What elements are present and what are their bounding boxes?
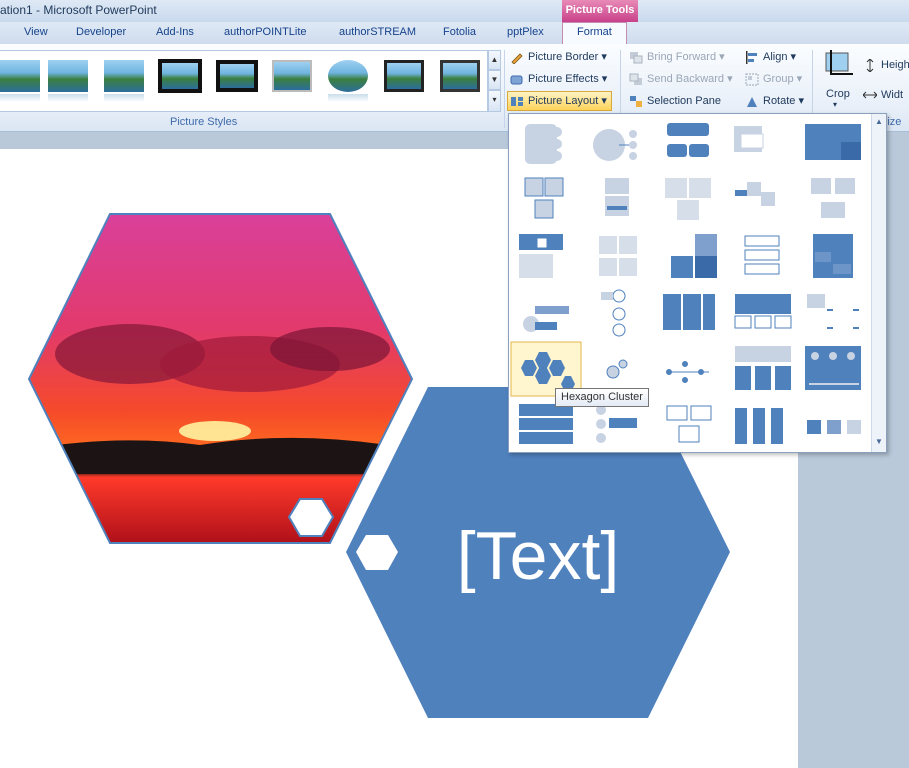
picture-effects-button[interactable]: Picture Effects ▾	[508, 70, 607, 90]
picture-style-thumb[interactable]	[384, 60, 424, 92]
layout-thumb-title-picture-blocks[interactable]	[735, 346, 791, 390]
picture-tools-context-header: Picture Tools	[562, 0, 638, 22]
layout-thumb-picture-grid[interactable]	[665, 178, 711, 220]
picture-style-thumb[interactable]	[0, 60, 40, 102]
tab-authorstream[interactable]: authorSTREAM	[339, 26, 416, 38]
window-title: ation1 - Microsoft PowerPoint	[0, 3, 157, 17]
picture-style-thumb[interactable]	[104, 60, 144, 102]
title-bar: ation1 - Microsoft PowerPoint	[0, 0, 909, 22]
picture-style-thumb[interactable]	[48, 60, 88, 102]
align-icon	[746, 51, 757, 64]
width-field[interactable]: Widt	[861, 86, 903, 106]
layout-thumb-captioned-pictures[interactable]	[663, 294, 715, 330]
layout-thumb-vertical-picture-list[interactable]	[744, 235, 780, 275]
height-field[interactable]: Heigh	[861, 56, 909, 76]
width-icon	[863, 91, 877, 99]
bring-forward-label: Bring Forward	[647, 51, 717, 63]
layout-thumb-vertical-picture-accent-list[interactable]	[519, 404, 573, 444]
crop-dropdown-icon: ▾	[833, 100, 838, 109]
layout-thumb-picture-blocks[interactable]	[667, 123, 709, 157]
layout-thumb-picture-accent-blocks[interactable]	[805, 346, 861, 390]
crop-icon	[825, 50, 853, 75]
picture-style-thumb[interactable]	[216, 60, 258, 92]
height-label: Heigh	[881, 59, 909, 71]
layout-thumb-bending-picture-blocks[interactable]	[735, 408, 783, 444]
layout-thumb-circular-picture-callout[interactable]	[606, 359, 628, 379]
bring-forward-icon	[630, 52, 643, 64]
crop-button[interactable]: Crop ▾	[820, 50, 856, 110]
gallery-scroll-down[interactable]: ▼	[488, 70, 501, 90]
layout-thumb-picture-lineup[interactable]	[813, 234, 853, 278]
picture-border-button[interactable]: Picture Border ▾	[508, 48, 607, 68]
align-button[interactable]: Align ▾	[743, 48, 796, 68]
group-separator	[504, 50, 505, 128]
picture-style-thumb[interactable]	[158, 59, 202, 93]
scroll-up-icon[interactable]: ▲	[873, 116, 885, 128]
gallery-scroll-up[interactable]: ▲	[488, 50, 501, 70]
group-button[interactable]: Group ▾	[743, 70, 802, 90]
layout-thumb-captioned[interactable]	[734, 126, 764, 152]
layout-thumb-bending-picture-caption[interactable]	[523, 306, 569, 332]
rotate-button[interactable]: Rotate ▾	[743, 92, 804, 112]
tab-fotolia[interactable]: Fotolia	[443, 26, 476, 38]
layout-thumb-picture-caption-list[interactable]	[666, 405, 712, 443]
tab-view[interactable]: View	[24, 26, 48, 38]
gallery-more[interactable]: ▾	[488, 90, 501, 112]
selection-pane-icon	[630, 96, 642, 107]
layout-thumb-accent-process[interactable]	[811, 178, 855, 218]
layout-thumb-snapshot-picture-list[interactable]	[807, 420, 861, 434]
bring-forward-button[interactable]: Bring Forward ▾	[627, 48, 725, 68]
picture-style-thumb[interactable]	[272, 60, 312, 92]
layout-icon	[511, 97, 523, 106]
layout-thumb-bending-picture-accent[interactable]	[525, 124, 562, 164]
group-icon	[745, 73, 759, 86]
align-label: Align	[763, 51, 788, 63]
layout-thumb-picture-accent-process[interactable]	[666, 361, 709, 383]
layout-thumb-picture-strips[interactable]	[524, 177, 564, 219]
text-placeholder[interactable]: [Text]	[457, 518, 620, 594]
scroll-down-icon[interactable]: ▼	[873, 436, 885, 448]
tab-developer[interactable]: Developer	[76, 26, 126, 38]
pencil-icon	[511, 53, 523, 64]
layout-thumb-picture-timeline[interactable]	[601, 289, 626, 337]
picture-style-thumb[interactable]	[328, 60, 368, 102]
tab-authorpointlite[interactable]: authorPOINTLite	[224, 26, 307, 38]
hexagon-cluster-tooltip: Hexagon Cluster	[555, 388, 649, 407]
layout-thumb-circle-picture[interactable]	[593, 129, 637, 161]
tab-pptplex[interactable]: pptPlex	[507, 26, 544, 38]
effects-icon	[510, 75, 523, 85]
rotate-icon	[747, 97, 757, 107]
layout-thumb-picture-columns[interactable]	[734, 294, 792, 329]
tab-add-ins[interactable]: Add-Ins	[156, 26, 194, 38]
send-backward-button[interactable]: Send Backward ▾	[627, 70, 733, 90]
layout-thumb-picture-caption[interactable]	[605, 178, 629, 216]
width-label: Widt	[881, 89, 903, 101]
layout-thumb-framed-picture[interactable]	[807, 294, 859, 329]
picture-style-thumb[interactable]	[440, 60, 480, 92]
picture-layout-button[interactable]: Picture Layout ▾	[507, 91, 612, 111]
layout-thumb-picture-frame[interactable]	[599, 236, 637, 276]
layout-thumb-circle-accent-timeline[interactable]	[596, 405, 637, 443]
layout-thumb-horizontal-picture-list[interactable]	[519, 234, 563, 278]
picture-hexagon[interactable]	[27, 213, 414, 544]
selection-pane-label: Selection Pane	[647, 95, 721, 107]
picture-effects-label: Picture Effects	[528, 73, 599, 85]
layout-thumb-snapshot[interactable]	[735, 182, 775, 206]
picture-styles-group-label: Picture Styles	[170, 116, 238, 128]
picture-border-label: Picture Border	[528, 51, 599, 63]
picture-layout-label: Picture Layout	[528, 95, 599, 107]
ribbon-tabs: View Developer Add-Ins authorPOINTLite a…	[0, 22, 909, 44]
group-label: Group	[763, 73, 794, 85]
rotate-label: Rotate	[763, 95, 796, 107]
selection-pane-button[interactable]: Selection Pane	[627, 92, 721, 112]
gallery-scrollbar[interactable]: ▲ ▼	[871, 114, 886, 452]
tab-format[interactable]: Format	[562, 22, 627, 44]
picture-styles-gallery	[0, 50, 488, 112]
layout-thumb-title-picture[interactable]	[805, 124, 861, 160]
crop-label: Crop	[826, 88, 850, 100]
send-backward-icon	[629, 73, 642, 85]
layout-thumb-alternating-picture-blocks[interactable]	[671, 234, 717, 278]
height-icon	[866, 59, 874, 72]
send-backward-label: Send Backward	[647, 73, 725, 85]
